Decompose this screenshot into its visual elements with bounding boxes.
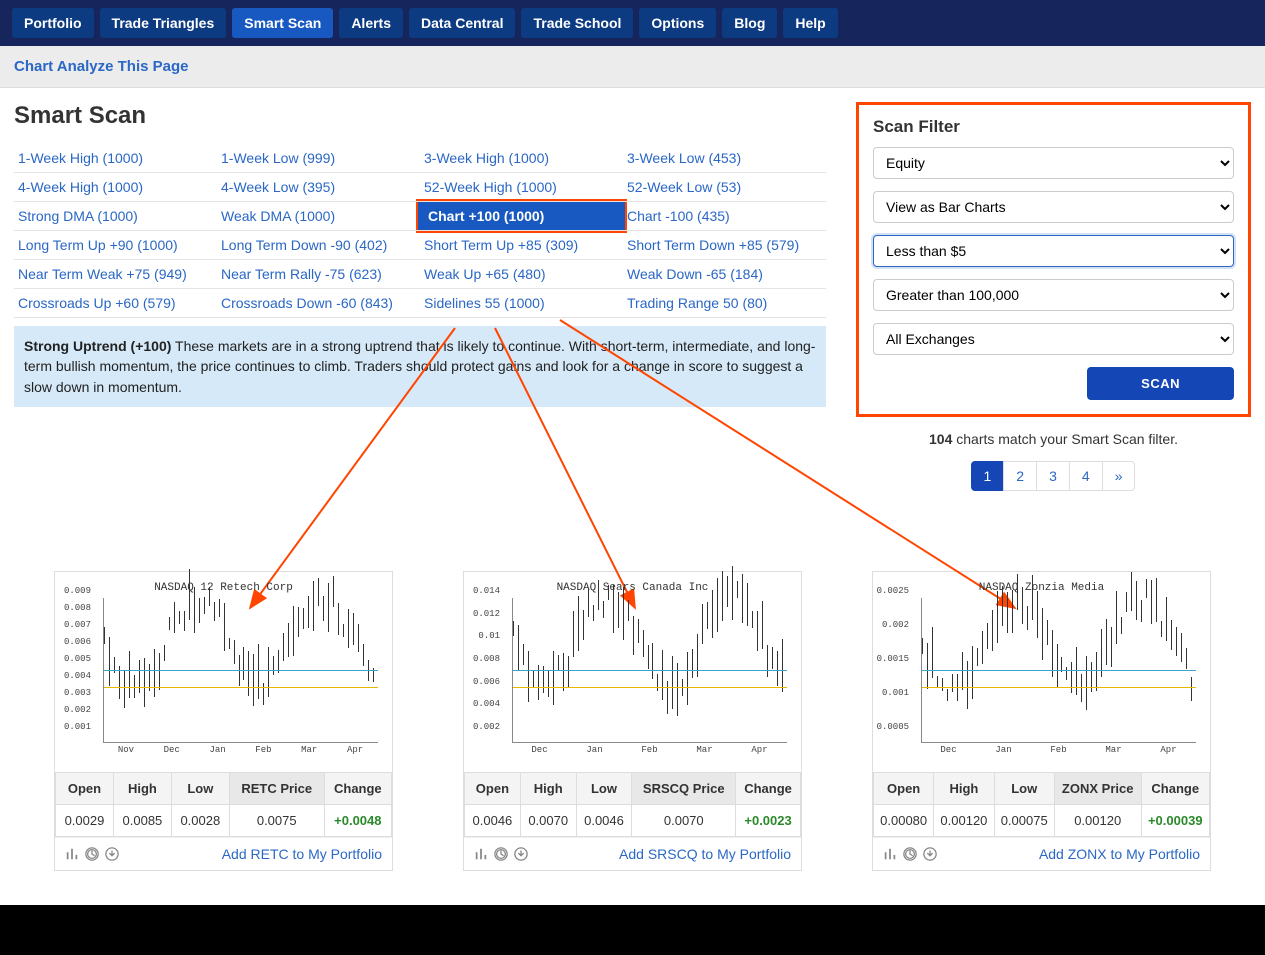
bar-chart-icon[interactable] [883,847,897,861]
scan-filter-panel: Scan Filter Equity View as Bar Charts Less… [856,102,1251,417]
chart-analyze-link[interactable]: Chart Analyze This Page [14,58,189,75]
price-table: OpenHighLowZONX PriceChange0.000800.0012… [873,772,1210,837]
pager-page-1[interactable]: 1 [971,461,1005,491]
pagination: 1234» [856,461,1251,491]
chart-plot [512,598,787,743]
nav-alerts[interactable]: Alerts [339,8,403,38]
download-icon[interactable] [923,847,937,861]
filter-select-2[interactable]: Less than $5 [873,235,1234,267]
clock-icon[interactable] [903,847,917,861]
clock-icon[interactable] [85,847,99,861]
category-link[interactable]: 52-Week High (1000) [424,179,557,195]
category-link[interactable]: Crossroads Down -60 (843) [221,295,393,311]
page-title: Smart Scan [14,102,826,130]
match-suffix: charts match your Smart Scan filter. [952,431,1178,447]
category-link[interactable]: Weak DMA (1000) [221,208,335,224]
category-link[interactable]: 3-Week Low (453) [627,150,741,166]
filter-select-0[interactable]: Equity [873,147,1234,179]
nav-trade-triangles[interactable]: Trade Triangles [100,8,227,38]
filter-select-4[interactable]: All Exchanges [873,323,1234,355]
scan-filter-heading: Scan Filter [873,117,1234,137]
price-table: OpenHighLowRETC PriceChange0.00290.00850… [55,772,392,837]
add-portfolio-link[interactable]: Add RETC to My Portfolio [222,846,382,862]
category-link[interactable]: 4-Week High (1000) [18,179,143,195]
nav-smart-scan[interactable]: Smart Scan [232,8,333,38]
top-nav: PortfolioTrade TrianglesSmart ScanAlerts… [0,0,1265,46]
filter-select-1[interactable]: View as Bar Charts [873,191,1234,223]
category-link[interactable]: 4-Week Low (395) [221,179,335,195]
scan-button[interactable]: SCAN [1087,367,1234,400]
match-count: 104 [929,431,952,447]
category-link[interactable]: Crossroads Up +60 (579) [18,295,176,311]
category-link[interactable]: Chart -100 (435) [627,208,730,224]
sub-toolbar: Chart Analyze This Page [0,46,1265,88]
chart-card-2: NASDAQ Zonzia Media0.00250.0020.00150.00… [872,571,1211,871]
pager-page-3[interactable]: 3 [1036,461,1070,491]
bar-chart-icon[interactable] [65,847,79,861]
category-link[interactable]: Long Term Up +90 (1000) [18,237,178,253]
category-link[interactable]: Long Term Down -90 (402) [221,237,387,253]
add-portfolio-link[interactable]: Add SRSCQ to My Portfolio [619,846,791,862]
filter-select-3[interactable]: Greater than 100,000 [873,279,1234,311]
add-portfolio-link[interactable]: Add ZONX to My Portfolio [1039,846,1200,862]
description-title: Strong Uptrend (+100) [24,338,171,354]
chart-card-1: NASDAQ Sears Canada Inc0.0140.0120.010.0… [463,571,802,871]
category-link[interactable]: Sidelines 55 (1000) [424,295,545,311]
chart-cards-row: NASDAQ 12 Retech Corp0.0090.0080.0070.00… [14,571,1251,891]
price-table: OpenHighLowSRSCQ PriceChange0.00460.0070… [464,772,801,837]
nav-options[interactable]: Options [639,8,716,38]
category-link-highlighted[interactable]: Chart +100 (1000) [416,199,627,233]
chart-title: NASDAQ 12 Retech Corp [61,582,386,594]
category-link[interactable]: Trading Range 50 (80) [627,295,767,311]
nav-trade-school[interactable]: Trade School [521,8,633,38]
pager-page-2[interactable]: 2 [1003,461,1037,491]
category-link[interactable]: 52-Week Low (53) [627,179,741,195]
category-link[interactable]: 1-Week Low (999) [221,150,335,166]
nav-data-central[interactable]: Data Central [409,8,515,38]
chart-card-0: NASDAQ 12 Retech Corp0.0090.0080.0070.00… [54,571,393,871]
nav-blog[interactable]: Blog [722,8,777,38]
download-icon[interactable] [105,847,119,861]
pager-next[interactable]: » [1102,461,1136,491]
download-icon[interactable] [514,847,528,861]
chart-plot [103,598,378,743]
nav-help[interactable]: Help [783,8,837,38]
category-link[interactable]: 1-Week High (1000) [18,150,143,166]
bar-chart-icon[interactable] [474,847,488,861]
category-link[interactable]: Near Term Rally -75 (623) [221,266,382,282]
category-link[interactable]: Weak Up +65 (480) [424,266,546,282]
pager-page-4[interactable]: 4 [1069,461,1103,491]
match-count-text: 104 charts match your Smart Scan filter. [856,431,1251,447]
category-link[interactable]: Weak Down -65 (184) [627,266,763,282]
description-box: Strong Uptrend (+100) These markets are … [14,326,826,407]
category-link[interactable]: Near Term Weak +75 (949) [18,266,187,282]
footer-band [0,905,1265,955]
category-link[interactable]: Short Term Down +85 (579) [627,237,799,253]
chart-plot [921,598,1196,743]
category-link[interactable]: Short Term Up +85 (309) [424,237,578,253]
clock-icon[interactable] [494,847,508,861]
category-table: 1-Week High (1000) 1-Week Low (999) 3-Week… [14,144,826,318]
category-link[interactable]: Strong DMA (1000) [18,208,138,224]
category-link[interactable]: 3-Week High (1000) [424,150,549,166]
nav-portfolio[interactable]: Portfolio [12,8,94,38]
